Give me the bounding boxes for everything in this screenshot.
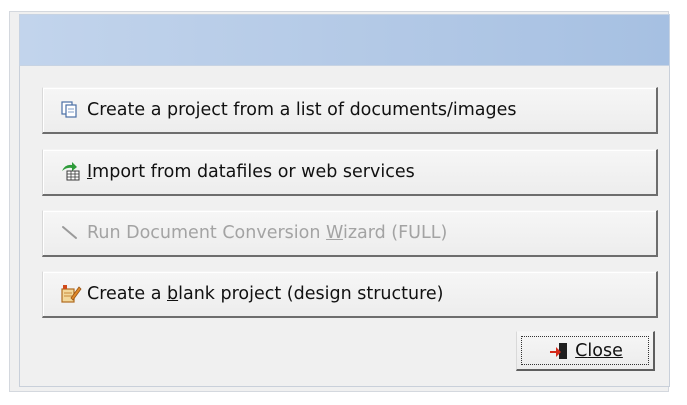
import-datafiles-button[interactable]: Import from datafiles or web services xyxy=(42,149,658,196)
dialog-header-strip xyxy=(19,14,670,66)
run-conversion-wizard-button[interactable]: Run Document Conversion Wizard (FULL) xyxy=(42,210,658,257)
create-project-from-list-label: Create a project from a list of document… xyxy=(87,100,517,120)
create-blank-project-label: Create a blank project (design structure… xyxy=(87,284,444,304)
copy-documents-icon xyxy=(59,100,83,120)
create-blank-project-button[interactable]: Create a blank project (design structure… xyxy=(42,271,658,318)
wand-icon xyxy=(59,223,83,243)
import-table-icon xyxy=(59,162,83,182)
close-label: Close xyxy=(575,340,623,361)
import-datafiles-label: Import from datafiles or web services xyxy=(87,162,415,182)
blank-project-icon xyxy=(59,284,83,304)
run-conversion-wizard-label: Run Document Conversion Wizard (FULL) xyxy=(87,223,448,243)
close-button[interactable]: Close xyxy=(516,331,655,371)
exit-door-icon xyxy=(547,341,571,361)
create-project-from-list-button[interactable]: Create a project from a list of document… xyxy=(42,87,658,134)
